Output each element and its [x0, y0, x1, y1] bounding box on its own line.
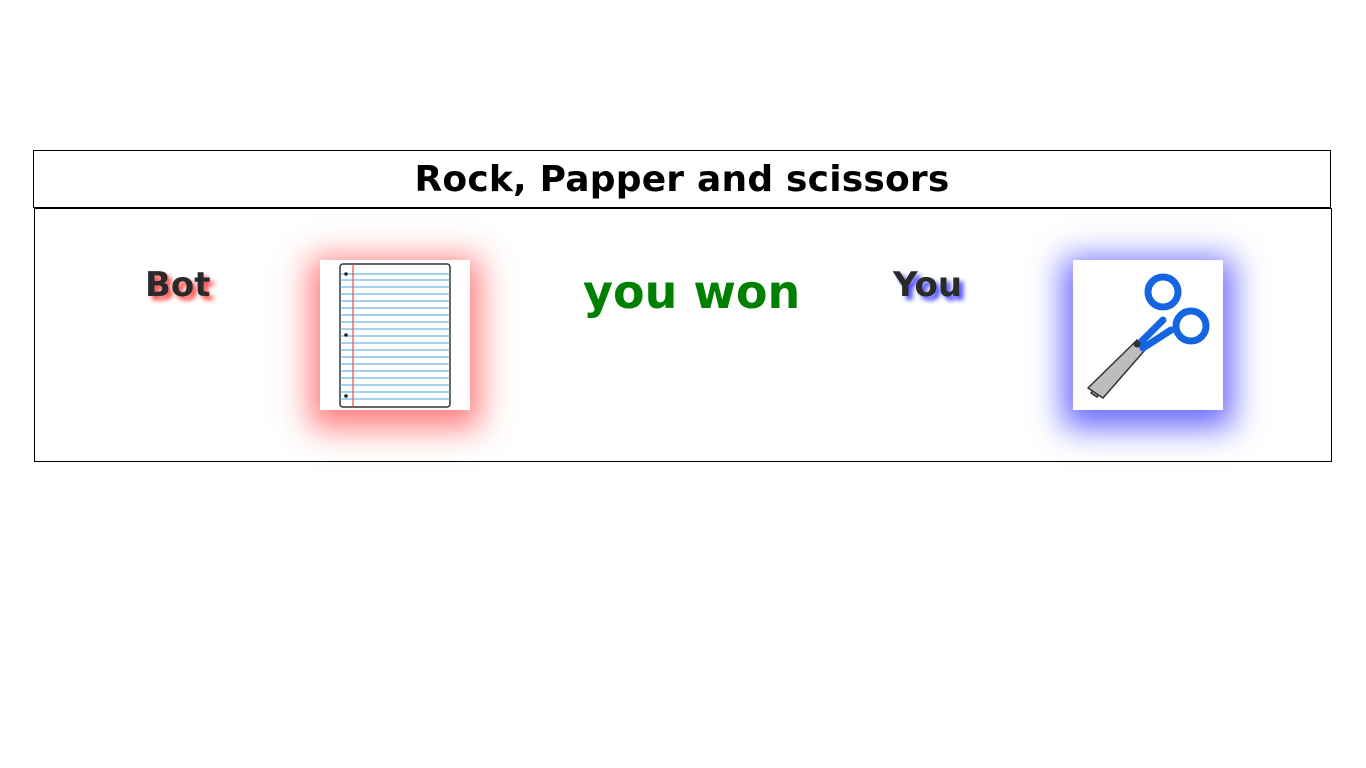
result-message: you won [583, 265, 801, 319]
title-banner: Rock, Papper and scissors [33, 150, 1331, 208]
bot-label: Bot [145, 265, 211, 305]
scissors-icon [1086, 273, 1210, 399]
you-choice-card [1073, 260, 1223, 410]
paper-icon [339, 263, 451, 408]
game-board: Bot you won You [34, 208, 1332, 462]
bot-choice-card [320, 260, 470, 410]
you-label: You [893, 265, 963, 305]
game-title: Rock, Papper and scissors [414, 158, 950, 200]
